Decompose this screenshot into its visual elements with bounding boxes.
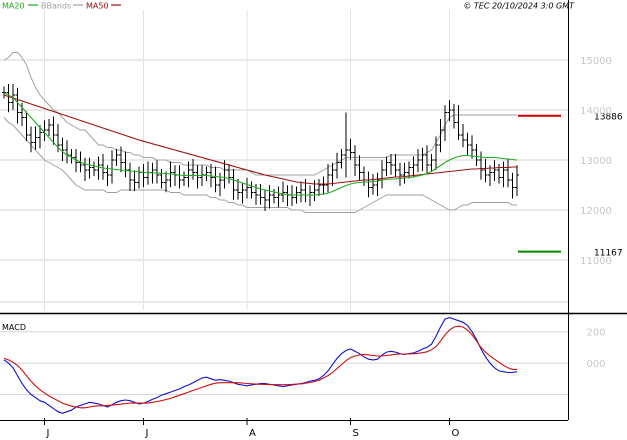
price-tick-label: 11000 — [580, 256, 612, 267]
legend-label-ma50: MA50 — [86, 2, 109, 11]
price-tick-label: 13000 — [580, 156, 612, 167]
copyright-timestamp: © TEC 20/10/2024 3:0 GMT — [463, 2, 575, 11]
x-tick-label: J — [145, 428, 149, 439]
legend-label-bbands: BBands — [41, 2, 71, 11]
legend: MA20 BBands MA50 — [2, 2, 121, 11]
x-tick-label: A — [249, 428, 256, 439]
macd-title: MACD — [2, 323, 26, 332]
stock-chart: 1388611167 MACD 150001400013000120001100… — [0, 0, 627, 440]
x-tick-label: O — [452, 428, 460, 439]
legend-label-ma20: MA20 — [2, 2, 25, 11]
price-tick-label: 15000 — [580, 56, 612, 67]
macd-tick-label: 200 — [586, 328, 605, 339]
x-tick-label: J — [46, 428, 50, 439]
price-tick-label: 12000 — [580, 206, 612, 217]
macd-tick-label: 000 — [586, 359, 605, 370]
x-tick-label: S — [353, 428, 359, 439]
price-tick-label: 14000 — [580, 106, 612, 117]
